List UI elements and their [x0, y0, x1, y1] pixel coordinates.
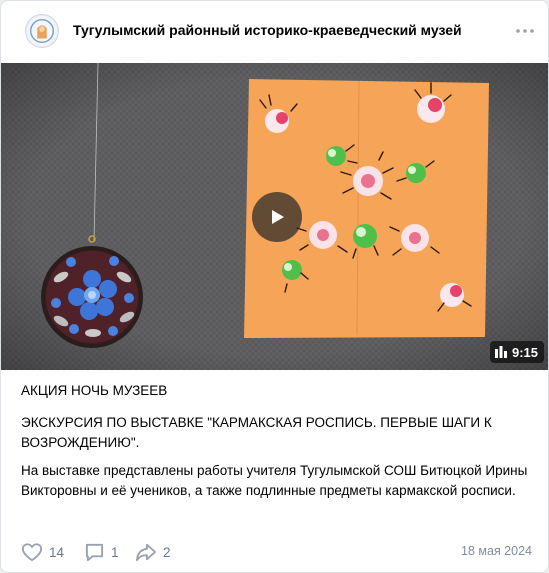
- play-button[interactable]: [252, 192, 302, 242]
- share-icon: [136, 543, 156, 562]
- post-card: Тугулымский районный историко-краеведчес…: [0, 0, 549, 573]
- share-button[interactable]: 2: [135, 539, 171, 565]
- museum-logo-icon: [26, 15, 58, 47]
- like-button[interactable]: 14: [21, 539, 64, 565]
- play-icon: [272, 210, 284, 224]
- video-duration: 9:15: [511, 344, 538, 360]
- post-header: Тугулымский районный историко-краеведчес…: [1, 1, 548, 63]
- comment-icon: [85, 543, 104, 562]
- more-dots-icon[interactable]: [514, 21, 536, 41]
- group-name[interactable]: Тугулымский районный историко-краеведчес…: [73, 22, 462, 38]
- comment-button[interactable]: 1: [84, 539, 119, 565]
- comment-count: 1: [111, 544, 119, 560]
- heart-icon: [21, 543, 43, 562]
- group-avatar[interactable]: [25, 14, 59, 48]
- post-heading: АКЦИЯ НОЧЬ МУЗЕЕВ: [21, 383, 168, 398]
- video-duration-badge: 9:15: [489, 341, 544, 363]
- share-count: 2: [163, 544, 171, 560]
- post-footer: 14 1 2 18 мая 2024: [1, 539, 548, 565]
- post-body: На выставке представлены работы учителя …: [21, 463, 528, 498]
- post-subheading: ЭКСКУРСИЯ ПО ВЫСТАВКЕ "КАРМАКСКАЯ РОСПИС…: [21, 415, 492, 450]
- like-count: 14: [49, 544, 65, 560]
- video-icon: [494, 346, 507, 358]
- video-player[interactable]: 9:15: [1, 63, 548, 370]
- post-date[interactable]: 18 мая 2024: [461, 544, 532, 558]
